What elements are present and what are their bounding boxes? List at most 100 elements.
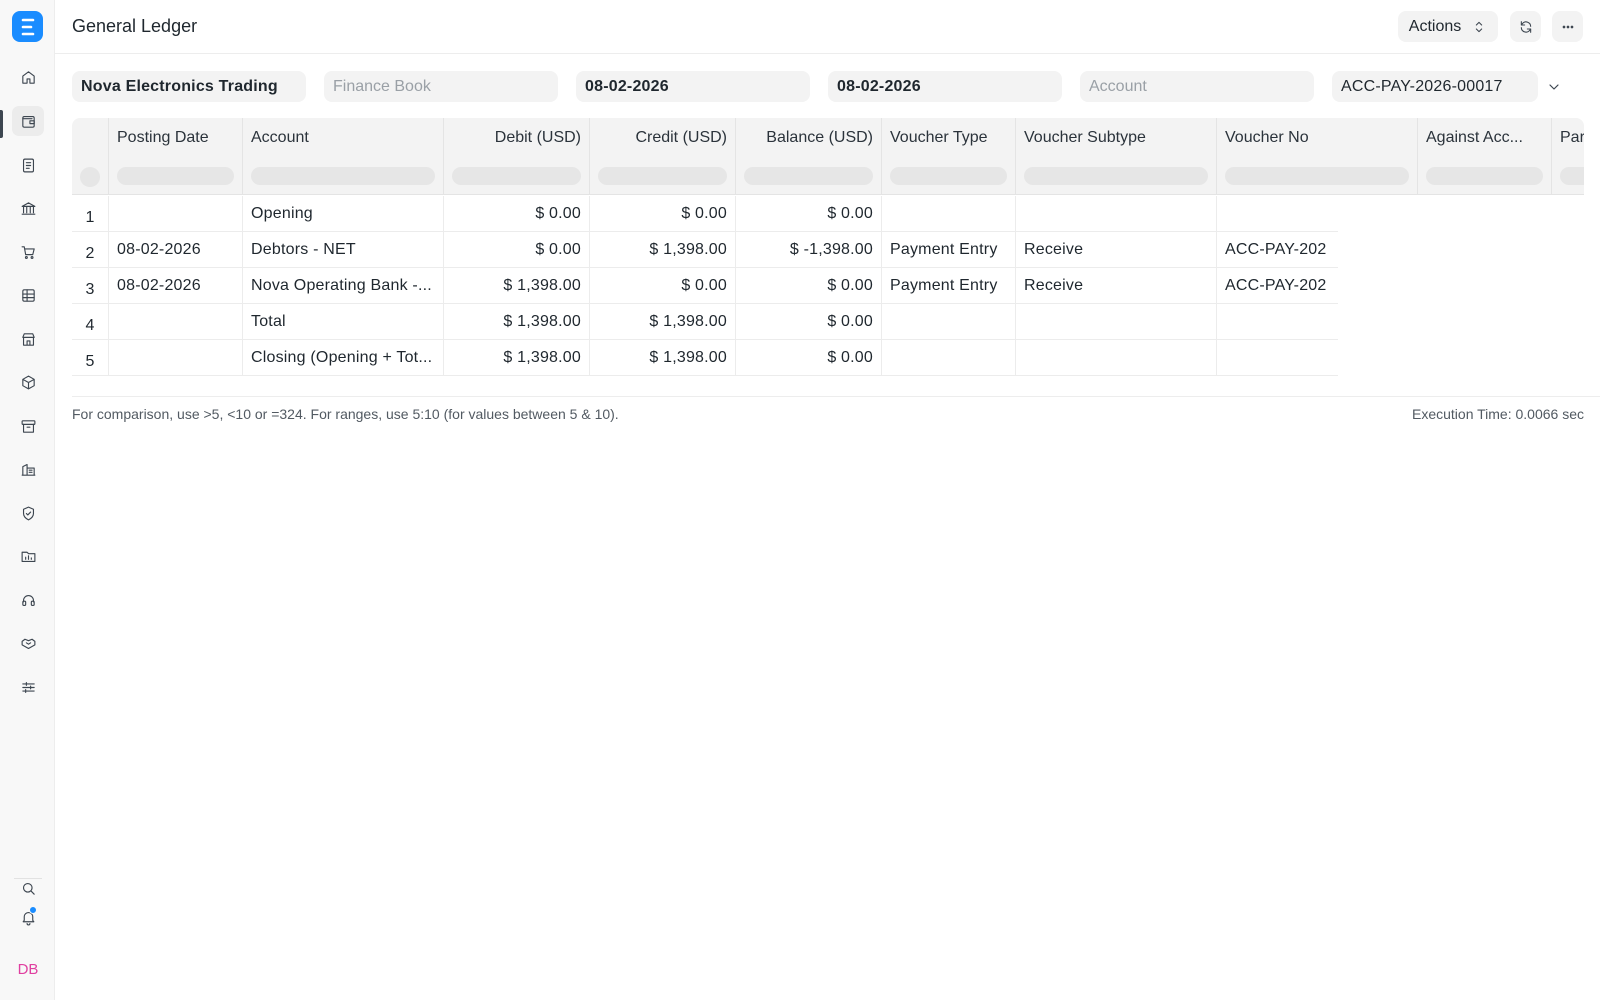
filter-balance[interactable] <box>736 158 882 195</box>
table-row[interactable]: 2 08-02-2026 Debtors - NET $ 0.00 $ 1,39… <box>72 232 1338 268</box>
row-index: 4 <box>72 304 109 340</box>
table-row[interactable]: 3 08-02-2026 Nova Operating Bank -... $ … <box>72 268 1338 304</box>
filter-voucher-type[interactable] <box>882 158 1016 195</box>
sidebar: DB <box>0 0 55 1000</box>
sidebar-item-selling[interactable] <box>12 324 44 354</box>
cell-balance: $ 0.00 <box>736 196 882 232</box>
table-icon <box>21 288 35 302</box>
chevron-up-down-icon <box>1476 21 1483 32</box>
from-date-filter[interactable]: 08-02-2026 <box>576 71 810 102</box>
sidebar-item-stock[interactable] <box>12 367 44 397</box>
header-account[interactable]: Account <box>243 118 444 158</box>
cell-account: Opening <box>243 196 444 232</box>
sidebar-item-assets[interactable] <box>12 411 44 441</box>
cell-debit: $ 1,398.00 <box>444 304 590 340</box>
cell-balance: $ 0.00 <box>736 304 882 340</box>
sidebar-item-accounting[interactable] <box>12 106 44 136</box>
header-index <box>72 118 109 158</box>
cell-account: Closing (Opening + Tot... <box>243 340 444 376</box>
cell-balance: $ -1,398.00 <box>736 232 882 268</box>
sidebar-item-documents[interactable] <box>12 150 44 180</box>
sidebar-item-reports[interactable] <box>12 280 44 310</box>
more-filters-toggle[interactable] <box>1544 78 1564 96</box>
sidebar-item-quality[interactable] <box>12 498 44 528</box>
header-debit[interactable]: Debit (USD) <box>444 118 590 158</box>
table-row[interactable]: 5 Closing (Opening + Tot... $ 1,398.00 $… <box>72 340 1338 376</box>
filter-credit[interactable] <box>590 158 736 195</box>
cell-debit: $ 0.00 <box>444 196 590 232</box>
cell-voucher-subtype: Receive <box>1016 268 1217 304</box>
refresh-icon <box>1520 20 1531 33</box>
cell-posting-date: 08-02-2026 <box>109 232 243 268</box>
filter-voucher-no[interactable] <box>1217 158 1418 195</box>
filter-account[interactable] <box>243 158 444 195</box>
sidebar-item-manufacturing[interactable] <box>12 454 44 484</box>
filter-voucher-subtype[interactable] <box>1016 158 1217 195</box>
home-icon <box>21 70 35 84</box>
cell-credit: $ 0.00 <box>590 268 736 304</box>
table-row[interactable]: 1 Opening $ 0.00 $ 0.00 $ 0.00 <box>72 196 1338 232</box>
row-index: 5 <box>72 340 109 376</box>
header-voucher-no[interactable]: Voucher No <box>1217 118 1418 158</box>
filter-against-account[interactable] <box>1418 158 1552 195</box>
company-filter[interactable]: Nova Electronics Trading <box>72 71 306 102</box>
filter-debit[interactable] <box>444 158 590 195</box>
page-title: General Ledger <box>72 16 198 36</box>
chevron-down-icon <box>1549 84 1559 90</box>
header-posting-date[interactable]: Posting Date <box>109 118 243 158</box>
header-voucher-subtype[interactable]: Voucher Subtype <box>1016 118 1217 158</box>
cell-balance: $ 0.00 <box>736 268 882 304</box>
cell-voucher-no[interactable] <box>1217 196 1338 232</box>
sidebar-item-settings[interactable] <box>12 672 44 702</box>
ledger-table: Posting Date Account Debit (USD) Credit … <box>72 118 1584 380</box>
filter-party[interactable] <box>1552 158 1584 195</box>
to-date-filter[interactable]: 08-02-2026 <box>828 71 1062 102</box>
header-party[interactable]: Par <box>1552 118 1584 158</box>
sidebar-item-home[interactable] <box>12 62 44 92</box>
cell-posting-date <box>109 304 243 340</box>
cell-debit: $ 1,398.00 <box>444 340 590 376</box>
sidebar-item-buying[interactable] <box>12 237 44 267</box>
table-row[interactable]: 4 Total $ 1,398.00 $ 1,398.00 $ 0.00 <box>72 304 1338 340</box>
page-header: General Ledger Actions <box>55 0 1600 54</box>
cell-voucher-subtype <box>1016 304 1217 340</box>
search-icon <box>22 882 35 895</box>
cell-voucher-no[interactable]: ACC-PAY-202 <box>1217 232 1338 268</box>
more-button[interactable] <box>1552 11 1583 42</box>
store-icon <box>21 332 35 346</box>
cell-balance: $ 0.00 <box>736 340 882 376</box>
actions-button[interactable]: Actions <box>1398 11 1498 42</box>
header-against-account[interactable]: Against Acc... <box>1418 118 1552 158</box>
handshake-icon <box>21 638 35 649</box>
cell-posting-date <box>109 340 243 376</box>
sidebar-item-crm[interactable] <box>12 628 44 658</box>
account-filter[interactable]: Account <box>1080 71 1314 102</box>
cell-voucher-no[interactable]: ACC-PAY-202 <box>1217 268 1338 304</box>
cart-icon <box>21 245 35 259</box>
header-credit[interactable]: Credit (USD) <box>590 118 736 158</box>
table-header: Posting Date Account Debit (USD) Credit … <box>72 118 1584 158</box>
header-balance[interactable]: Balance (USD) <box>736 118 882 158</box>
app-logo[interactable] <box>12 11 43 42</box>
filter-posting-date[interactable] <box>109 158 243 195</box>
cell-credit: $ 1,398.00 <box>590 304 736 340</box>
archive-icon <box>21 419 35 433</box>
sidebar-item-support[interactable] <box>12 585 44 615</box>
active-indicator <box>0 110 3 138</box>
finance-book-filter[interactable]: Finance Book <box>324 71 558 102</box>
sidebar-item-banking[interactable] <box>12 193 44 223</box>
cell-account: Total <box>243 304 444 340</box>
sidebar-notifications[interactable] <box>12 903 44 931</box>
cell-voucher-no[interactable] <box>1217 304 1338 340</box>
filter-index <box>72 158 109 195</box>
cell-voucher-no[interactable] <box>1217 340 1338 376</box>
avatar[interactable]: DB <box>12 958 44 982</box>
refresh-button[interactable] <box>1510 11 1541 42</box>
document-icon <box>22 158 34 172</box>
sidebar-item-projects[interactable] <box>12 541 44 571</box>
sidebar-search[interactable] <box>12 874 44 902</box>
voucher-no-filter[interactable]: ACC-PAY-2026-00017 <box>1332 71 1538 102</box>
header-voucher-type[interactable]: Voucher Type <box>882 118 1016 158</box>
cell-credit: $ 0.00 <box>590 196 736 232</box>
cell-credit: $ 1,398.00 <box>590 340 736 376</box>
